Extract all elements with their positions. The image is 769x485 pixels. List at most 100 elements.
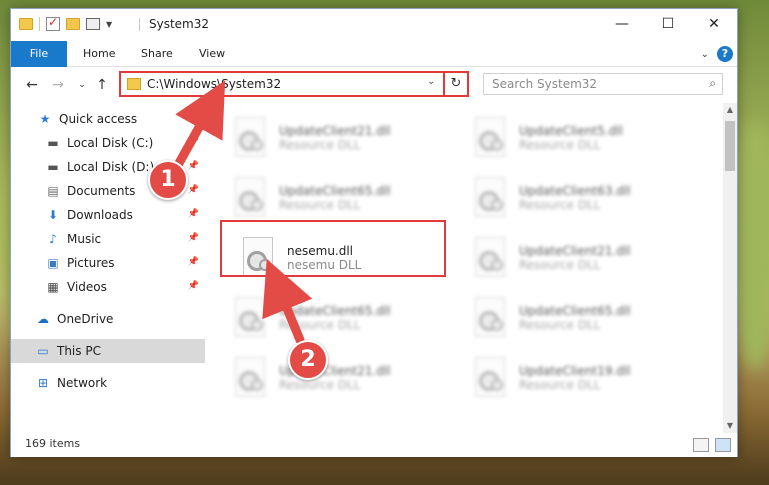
file-name: UpdateClient5.dll <box>519 124 623 138</box>
customize-toolbar-dropdown-icon[interactable]: ▼ <box>106 20 112 29</box>
dll-file-icon <box>475 117 509 159</box>
navigation-bar: ← → ⌄ ↑ C:\Windows\System32 ⌄ ↻ Search S… <box>11 68 737 102</box>
forward-arrow-icon[interactable]: → <box>49 76 67 94</box>
address-path[interactable]: C:\Windows\System32 <box>147 77 281 91</box>
computer-icon: ▭ <box>37 344 49 358</box>
sidebar-item-this-pc[interactable]: ▭ This PC <box>11 339 205 363</box>
sidebar-item-downloads[interactable]: ⬇ Downloads 📌 <box>11 203 205 227</box>
file-item[interactable]: UpdateClient65.dll Resource DLL <box>467 291 695 345</box>
file-item[interactable]: UpdateClient63.dll Resource DLL <box>467 171 695 225</box>
pin-icon: 📌 <box>187 209 199 219</box>
sidebar-item-label: OneDrive <box>57 312 114 326</box>
address-bar[interactable]: C:\Windows\System32 ⌄ ↻ <box>119 71 469 97</box>
dll-file-icon <box>235 357 269 399</box>
minimize-button[interactable]: — <box>599 9 645 39</box>
back-arrow-icon[interactable]: ← <box>23 76 41 94</box>
file-name: UpdateClient19.dll <box>519 364 631 378</box>
dll-file-icon <box>475 177 509 219</box>
file-item[interactable]: UpdateClient5.dll Resource DLL <box>467 111 695 165</box>
status-bar: 169 items <box>11 433 737 457</box>
download-icon: ⬇ <box>47 208 59 222</box>
star-icon: ★ <box>39 112 51 126</box>
quick-access-toolbar: ▼ <box>19 15 112 31</box>
toolbar-separator <box>39 17 40 31</box>
pin-icon: 📌 <box>187 161 199 171</box>
vertical-scrollbar[interactable]: ▲ ▼ <box>723 103 737 433</box>
up-arrow-icon[interactable]: ↑ <box>93 76 111 94</box>
scroll-down-icon[interactable]: ▼ <box>723 419 737 433</box>
file-item[interactable]: UpdateClient65.dll Resource DLL <box>227 291 455 345</box>
file-item[interactable]: UpdateClient21.dll Resource DLL <box>227 351 455 405</box>
step-badge-2: 2 <box>288 340 328 380</box>
sidebar-item-label: Music <box>67 232 102 246</box>
step-badge-1: 1 <box>148 160 188 200</box>
dll-file-icon <box>475 357 509 399</box>
file-type: Resource DLL <box>519 138 601 152</box>
details-view-icon[interactable] <box>693 438 709 452</box>
file-name: UpdateClient65.dll <box>279 184 391 198</box>
new-folder-icon[interactable] <box>66 18 80 30</box>
recent-locations-icon[interactable]: ⌄ <box>73 76 91 94</box>
folder-icon <box>127 78 141 90</box>
sidebar-item-label: Local Disk (C:) <box>67 136 154 150</box>
documents-icon: ▤ <box>47 184 59 198</box>
file-item[interactable]: UpdateClient19.dll Resource DLL <box>467 351 695 405</box>
videos-icon: ▦ <box>47 280 59 294</box>
file-type: Resource DLL <box>279 318 361 332</box>
dll-file-icon <box>235 117 269 159</box>
pin-icon: 📌 <box>187 137 199 147</box>
file-item[interactable]: UpdateClient21.dll Resource DLL <box>227 111 455 165</box>
address-dropdown-icon[interactable]: ⌄ <box>427 76 435 87</box>
file-name: UpdateClient63.dll <box>519 184 631 198</box>
window-title: System32 <box>149 17 210 31</box>
file-name: UpdateClient21.dll <box>519 244 631 258</box>
sidebar-item-onedrive[interactable]: ☁ OneDrive <box>11 307 205 331</box>
sidebar-item-label: This PC <box>57 344 101 358</box>
pin-icon: 📌 <box>187 185 199 195</box>
properties-check-icon[interactable] <box>46 15 60 31</box>
sidebar-item-label: Downloads <box>67 208 133 222</box>
dll-file-icon <box>475 297 509 339</box>
file-item[interactable]: UpdateClient65.dll Resource DLL <box>227 171 455 225</box>
folder-icon <box>19 18 33 30</box>
file-item[interactable]: UpdateClient21.dll Resource DLL <box>467 231 695 285</box>
tab-home[interactable]: Home <box>71 41 127 67</box>
file-type: Resource DLL <box>519 318 601 332</box>
large-icons-view-icon[interactable] <box>715 438 731 452</box>
close-button[interactable]: ✕ <box>691 9 737 39</box>
tab-file[interactable]: File <box>11 41 67 67</box>
properties-icon[interactable] <box>86 18 100 30</box>
search-placeholder[interactable]: Search System32 <box>492 77 597 91</box>
maximize-button[interactable]: ☐ <box>645 9 691 39</box>
sidebar-item-music[interactable]: ♪ Music 📌 <box>11 227 205 251</box>
sidebar-item-pictures[interactable]: ▣ Pictures 📌 <box>11 251 205 275</box>
file-name: UpdateClient21.dll <box>279 124 391 138</box>
pictures-icon: ▣ <box>47 256 59 270</box>
search-icon[interactable]: ⌕ <box>709 76 716 91</box>
refresh-icon[interactable]: ↻ <box>443 73 467 95</box>
file-type: Resource DLL <box>279 378 361 392</box>
dll-file-icon <box>235 297 269 339</box>
search-box[interactable]: Search System32 ⌕ <box>483 73 723 95</box>
sidebar-item-local-disk-c[interactable]: ▬ Local Disk (C:) 📌 <box>11 131 205 155</box>
sidebar-item-label: Network <box>57 376 108 390</box>
drive-icon: ▬ <box>47 136 59 150</box>
navigation-pane: ★ Quick access ▬ Local Disk (C:) 📌 ▬ Loc… <box>11 103 205 433</box>
highlight-box <box>220 220 446 277</box>
scroll-thumb[interactable] <box>725 121 735 171</box>
sidebar-item-label: Documents <box>67 184 136 198</box>
file-name: UpdateClient65.dll <box>519 304 631 318</box>
file-name: UpdateClient65.dll <box>279 304 391 318</box>
tab-view[interactable]: View <box>187 41 237 67</box>
sidebar-item-network[interactable]: ⊞ Network <box>11 371 205 395</box>
expand-ribbon-icon[interactable]: ⌄ <box>701 49 709 60</box>
tab-share[interactable]: Share <box>129 41 185 67</box>
scroll-up-icon[interactable]: ▲ <box>723 103 737 117</box>
ribbon: File Home Share View ⌄ ? <box>11 41 737 67</box>
help-icon[interactable]: ? <box>717 46 733 62</box>
pin-icon: 📌 <box>187 233 199 243</box>
sidebar-item-quick-access[interactable]: ★ Quick access <box>11 107 205 131</box>
network-icon: ⊞ <box>37 376 49 390</box>
file-type: Resource DLL <box>519 378 601 392</box>
sidebar-item-videos[interactable]: ▦ Videos 📌 <box>11 275 205 299</box>
